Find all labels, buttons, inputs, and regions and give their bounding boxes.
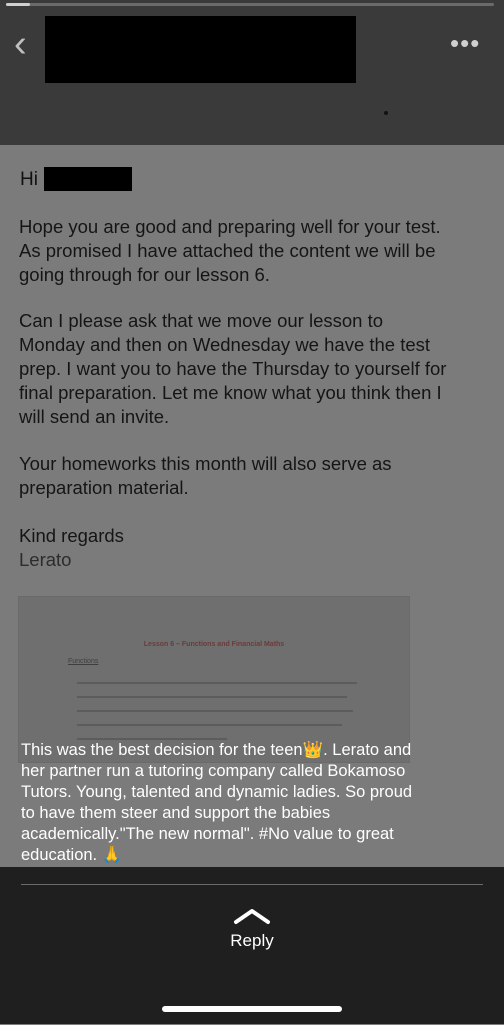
- more-icon[interactable]: •••: [450, 30, 490, 56]
- caption-line: This was the best decision for the teen👑…: [21, 740, 491, 761]
- story-progress-fill: [6, 3, 31, 6]
- email-text-line: going through for our lesson 6.: [19, 264, 270, 285]
- email-text-line: preparation material.: [19, 477, 189, 498]
- attachment-text-line: [77, 710, 353, 712]
- story-progress-bar: [6, 3, 494, 6]
- caption-line: to have them steer and support the babie…: [21, 804, 331, 822]
- email-text-line: final preparation. Let me know what you …: [19, 382, 442, 403]
- email-text-line: Can I please ask that we move our lesson…: [19, 310, 384, 331]
- email-text-line: Kind regards: [19, 525, 124, 546]
- redacted-contact-name: [45, 16, 356, 83]
- reply-button[interactable]: Reply: [0, 931, 504, 951]
- attachment-text-line: [77, 682, 357, 684]
- email-text-line: will send an invite.: [19, 406, 170, 427]
- caption-text: This was the best decision for the teen: [21, 741, 303, 759]
- divider: [21, 884, 483, 885]
- reply-bar: Reply: [0, 867, 504, 1024]
- attachment-preview[interactable]: Lesson 6 – Functions and Financial Maths…: [18, 596, 410, 763]
- crown-icon: 👑: [302, 741, 324, 759]
- praying-hands-icon: 🙏: [101, 846, 123, 864]
- email-paragraph-3: Your homeworks this month will also serv…: [19, 452, 491, 500]
- email-text-line: Monday and then on Wednesday we have the…: [19, 334, 431, 355]
- email-greeting: Hi: [20, 169, 38, 190]
- home-indicator[interactable]: [162, 1006, 342, 1012]
- chevron-up-icon[interactable]: [232, 907, 272, 925]
- chevron-left-icon[interactable]: ‹: [14, 25, 44, 63]
- redacted-recipient-name: [44, 167, 132, 191]
- attachment-title: Lesson 6 – Functions and Financial Maths: [143, 641, 285, 648]
- attachment-text-line: [77, 724, 342, 726]
- email-signature: Lerato: [19, 549, 72, 570]
- story-caption: This was the best decision for the teen👑…: [21, 740, 491, 866]
- caption-line: academically."The new normal". #No value…: [21, 825, 394, 843]
- email-text-line: Hope you are good and preparing well for…: [19, 216, 441, 237]
- attachment-text-line: [77, 696, 347, 698]
- caption-text: education.: [21, 846, 98, 864]
- email-text-line: Your homeworks this month will also serv…: [19, 453, 392, 474]
- email-closing: Kind regards Lerato: [19, 524, 491, 572]
- email-text-line: As promised I have attached the content …: [19, 240, 436, 261]
- email-paragraph-2: Can I please ask that we move our lesson…: [19, 309, 491, 429]
- caption-line: her partner run a tutoring company calle…: [21, 762, 406, 780]
- decorative-dot: [384, 111, 388, 115]
- caption-text: . Lerato and: [323, 741, 412, 759]
- caption-line: Tutors. Young, talented and dynamic ladi…: [21, 783, 413, 801]
- email-text-line: prep. I want you to have the Thursday to…: [19, 358, 447, 379]
- email-paragraph-1: Hope you are good and preparing well for…: [19, 215, 491, 287]
- story-header: ‹ •••: [0, 0, 504, 145]
- caption-line: education. 🙏: [21, 845, 491, 866]
- attachment-section: Functions: [68, 658, 99, 665]
